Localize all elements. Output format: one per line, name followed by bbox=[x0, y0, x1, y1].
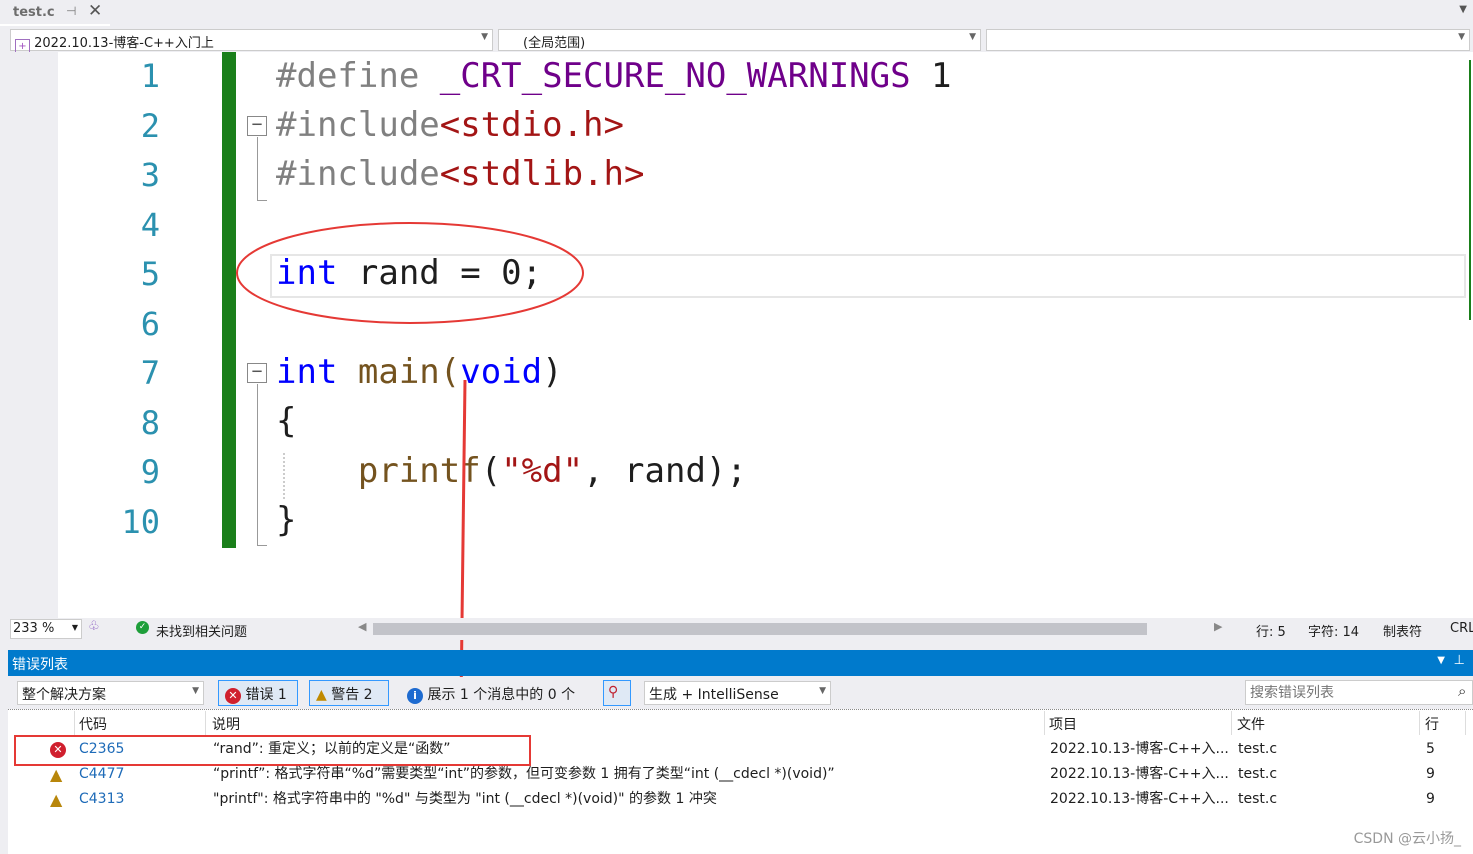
error-project: 2022.10.13-博客-C++入... bbox=[1050, 766, 1229, 782]
horizontal-scrollbar[interactable] bbox=[373, 623, 1147, 635]
error-file: test.c bbox=[1238, 766, 1278, 782]
error-icon: ✕ bbox=[225, 688, 241, 704]
column-header-file[interactable]: 文件 bbox=[1233, 711, 1420, 735]
error-line: 5 bbox=[1426, 741, 1435, 757]
column-header-description[interactable]: 说明 bbox=[207, 711, 1045, 735]
issues-status[interactable]: 未找到相关问题 bbox=[156, 621, 247, 640]
error-file: test.c bbox=[1238, 741, 1278, 757]
scroll-right-icon[interactable]: ▶ bbox=[1214, 620, 1222, 633]
column-header-project[interactable]: 项目 bbox=[1046, 711, 1232, 735]
search-errors-input[interactable] bbox=[1245, 680, 1473, 705]
intellicode-icon[interactable]: ♧ bbox=[88, 619, 100, 634]
search-icon[interactable]: ⌕ bbox=[1458, 682, 1466, 700]
annotation-box bbox=[14, 735, 531, 766]
error-description: "printf": 格式字符串中的 "%d" 与类型为 "int (__cdec… bbox=[213, 791, 717, 807]
check-icon: ✓ bbox=[136, 621, 149, 634]
warning-icon: ▲ bbox=[316, 687, 327, 703]
error-line: 9 bbox=[1426, 766, 1435, 782]
warnings-filter-button[interactable]: ▲ 警告 2 bbox=[309, 680, 389, 706]
scope-filter-dropdown[interactable]: 整个解决方案 ▼ bbox=[17, 681, 204, 705]
info-icon: i bbox=[407, 688, 423, 704]
column-header-icons[interactable] bbox=[8, 711, 75, 735]
error-project: 2022.10.13-博客-C++入... bbox=[1050, 741, 1229, 757]
tabs-indicator[interactable]: 制表符 bbox=[1383, 621, 1422, 640]
error-code-link[interactable]: C4313 bbox=[79, 787, 124, 812]
filter-icon[interactable]: ⚲ bbox=[603, 680, 631, 706]
error-project: 2022.10.13-博客-C++入... bbox=[1050, 791, 1229, 807]
error-list-header: 错误列表 ▼ ⊥ bbox=[8, 650, 1473, 676]
errors-filter-button[interactable]: ✕ 错误 1 bbox=[218, 680, 298, 706]
editor-status-bar: 233 % ▼ ♧ ✓ 未找到相关问题 ◀ ▶ 行: 5 字符: 14 制表符 C… bbox=[8, 618, 1473, 640]
column-header-code[interactable]: 代码 bbox=[76, 711, 206, 735]
line-indicator: 行: 5 bbox=[1256, 625, 1286, 640]
error-file: test.c bbox=[1238, 791, 1278, 807]
warning-icon: ▲ bbox=[50, 765, 63, 784]
build-source-dropdown[interactable]: 生成 + IntelliSense ▼ bbox=[644, 681, 831, 705]
annotation-ellipse bbox=[236, 222, 584, 324]
dropdown-icon[interactable]: ▼ bbox=[1437, 655, 1445, 666]
pin-icon[interactable]: ⊥ bbox=[1454, 653, 1465, 668]
column-header-line[interactable]: 行 bbox=[1421, 711, 1466, 735]
table-row[interactable]: ▲ C4313 "printf": 格式字符串中的 "%d" 与类型为 "int… bbox=[8, 787, 1468, 812]
panel-title: 错误列表 bbox=[12, 657, 68, 673]
scroll-left-icon[interactable]: ◀ bbox=[358, 620, 366, 633]
error-line: 9 bbox=[1426, 791, 1435, 807]
error-list-toolbar: 整个解决方案 ▼ ✕ 错误 1 ▲ 警告 2 i 展示 1 个消息中的 0 个 ⚲… bbox=[8, 677, 1473, 709]
zoom-dropdown[interactable]: 233 % ▼ bbox=[10, 619, 82, 639]
char-indicator: 字符: 14 bbox=[1308, 625, 1360, 640]
warning-icon: ▲ bbox=[50, 790, 63, 809]
eol-indicator[interactable]: CRL bbox=[1450, 621, 1473, 636]
messages-filter-button[interactable]: i 展示 1 个消息中的 0 个 bbox=[400, 680, 596, 706]
watermark: CSDN @云小扬_ bbox=[1353, 831, 1461, 847]
